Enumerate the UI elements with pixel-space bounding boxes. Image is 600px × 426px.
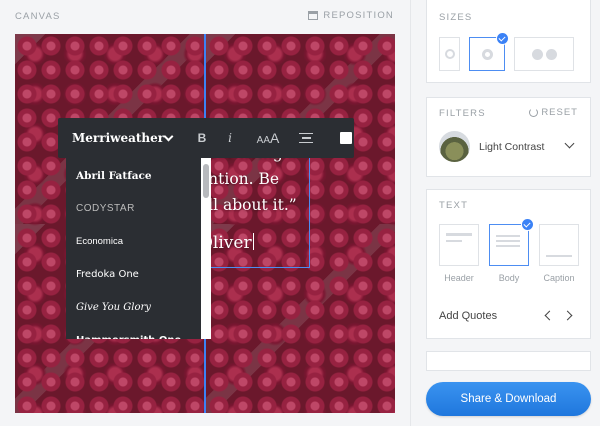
text-toolbar: Merriweather B i AAA xyxy=(58,118,354,158)
facebook-icon xyxy=(531,48,543,60)
chevron-left-icon[interactable] xyxy=(544,310,555,321)
layout-line xyxy=(446,233,472,236)
filters-card: FILTERS RESET Light Contrast xyxy=(426,97,591,177)
font-size-small-icon: A xyxy=(263,135,270,146)
text-title: TEXT xyxy=(439,200,469,211)
font-option-fredoka-one[interactable]: Fredoka One xyxy=(66,258,211,291)
layout-label-body: Body xyxy=(498,273,520,283)
quote-line: ention. Be xyxy=(199,170,280,188)
pinterest-icon xyxy=(444,49,455,59)
align-line xyxy=(301,137,311,139)
layout-option-header[interactable] xyxy=(439,224,479,266)
italic-button[interactable]: i xyxy=(216,131,244,145)
font-option-abril-fatface[interactable]: Abril Fatface xyxy=(66,159,211,192)
reposition-button[interactable]: REPOSITION xyxy=(308,10,394,21)
layout-line xyxy=(496,240,520,242)
filter-select-value[interactable]: Light Contrast xyxy=(479,141,544,153)
layout-label-caption: Caption xyxy=(543,273,575,283)
reposition-label: REPOSITION xyxy=(323,10,394,21)
twitter-icon xyxy=(545,48,557,60)
instagram-icon xyxy=(481,48,493,60)
canvas-area: CANVAS REPOSITION s for living a ention.… xyxy=(0,0,410,426)
layout-option-caption[interactable] xyxy=(539,224,579,266)
filter-preview-thumbnail xyxy=(439,131,470,162)
text-card: TEXT Header Body Caption Add Quotes xyxy=(426,189,591,339)
layout-line xyxy=(496,235,520,237)
font-option-economica[interactable]: Economica xyxy=(66,225,211,258)
size-option-portrait[interactable] xyxy=(439,37,460,71)
font-option-give-you-glory[interactable]: Give You Glory xyxy=(66,291,211,324)
bold-button[interactable]: B xyxy=(188,131,216,145)
align-line xyxy=(299,141,313,144)
font-size-button[interactable]: AAA xyxy=(248,130,288,146)
canvas-label: CANVAS xyxy=(15,11,61,22)
add-quotes-label: Add Quotes xyxy=(439,310,498,322)
reset-icon xyxy=(529,108,539,117)
layout-line xyxy=(496,245,520,247)
layout-line xyxy=(546,255,572,257)
font-size-large-icon: A xyxy=(270,130,280,146)
sizes-card: SIZES xyxy=(426,0,591,83)
chevron-right-icon[interactable] xyxy=(562,310,573,321)
panel-divider xyxy=(410,0,411,426)
align-center-button[interactable] xyxy=(288,132,324,144)
share-download-button[interactable]: Share & Download xyxy=(426,382,591,416)
chevron-down-icon xyxy=(163,131,174,141)
reposition-icon xyxy=(308,11,319,20)
scrollbar-thumb[interactable] xyxy=(203,164,209,198)
quote-line: ell about it.” xyxy=(199,196,297,214)
selected-check-icon xyxy=(496,32,509,45)
font-option-codystar[interactable]: CODYSTAR xyxy=(66,192,211,225)
text-cursor xyxy=(252,233,254,250)
reset-filter-button[interactable]: RESET xyxy=(529,107,578,118)
text-color-swatch[interactable] xyxy=(340,132,352,144)
font-family-select[interactable]: Merriweather xyxy=(58,118,186,158)
layout-option-body[interactable] xyxy=(489,218,534,266)
chevron-down-icon[interactable] xyxy=(564,138,575,149)
font-menu-scrollbar[interactable] xyxy=(201,158,211,339)
size-option-landscape[interactable] xyxy=(514,37,574,71)
filters-title: FILTERS xyxy=(439,108,486,119)
size-option-square[interactable] xyxy=(469,32,509,71)
layout-line xyxy=(446,240,462,242)
font-option-hammersmith-one[interactable]: Hammersmith One xyxy=(66,324,211,339)
layout-label-header: Header xyxy=(444,273,474,283)
font-dropdown-menu: Abril Fatface CODYSTAR Economica Fredoka… xyxy=(66,158,211,339)
selected-check-icon xyxy=(521,218,534,231)
font-family-value: Merriweather xyxy=(72,131,165,145)
sizes-title: SIZES xyxy=(439,12,473,23)
collapsed-card xyxy=(426,351,591,371)
reset-label: RESET xyxy=(541,107,578,118)
align-line xyxy=(299,132,313,135)
